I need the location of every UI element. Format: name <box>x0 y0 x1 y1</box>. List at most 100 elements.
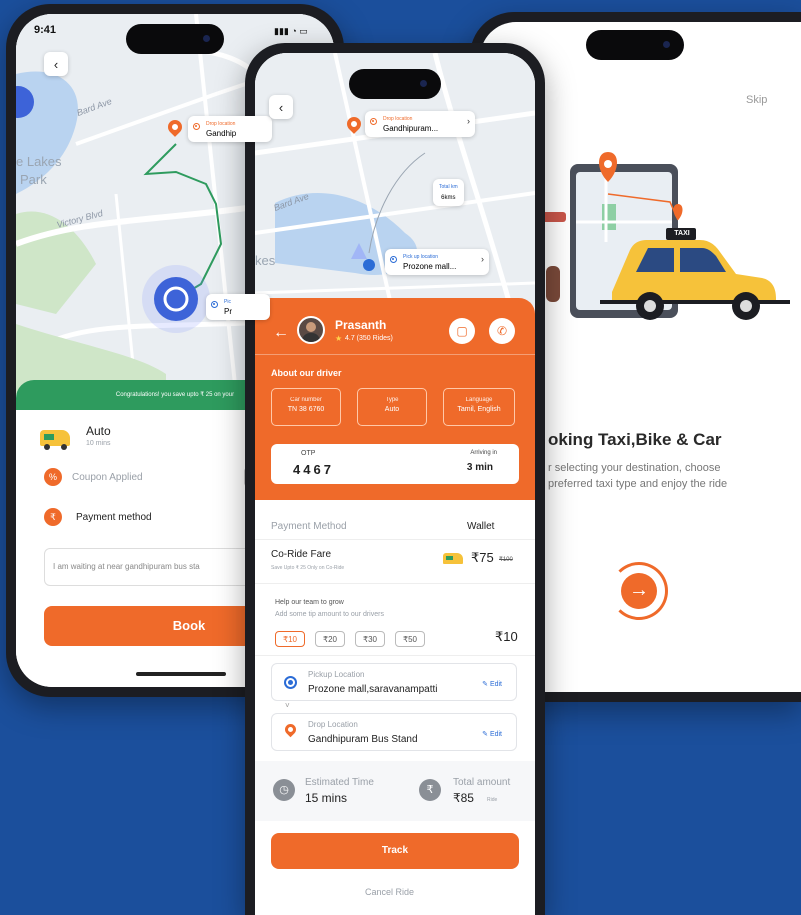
coupon-icon: % <box>44 468 62 486</box>
fare-title: Co-Ride Fare <box>271 549 332 560</box>
pickup-location-box[interactable]: Pickup Location Prozone mall,saravanampa… <box>271 663 517 701</box>
distance-text: 6kms <box>441 195 456 201</box>
tip-subtitle: Add some tip amount to our drivers <box>275 611 384 618</box>
tip-option-30[interactable]: ₹30 <box>355 631 385 647</box>
status-icons: ▮▮▮ ◔ ▭ <box>274 26 308 36</box>
phone-icon: ✆ <box>496 324 508 338</box>
divider <box>255 539 535 540</box>
cancel-ride-button[interactable]: Cancel Ride <box>365 887 414 897</box>
language-value: Tamil, English <box>457 406 501 413</box>
back-button[interactable]: ‹ <box>44 52 68 76</box>
pickup-card-center[interactable]: Pick up location Prozone mall... › <box>385 249 489 275</box>
total-value: ₹85 <box>453 791 474 805</box>
chevron-right-icon: › <box>467 116 470 126</box>
chevron-right-icon: › <box>481 254 484 264</box>
tip-title: Help our team to grow <box>275 599 344 606</box>
pickup-radio-icon <box>284 676 297 689</box>
dynamic-island <box>349 69 441 99</box>
payment-icon: ₹ <box>44 508 62 526</box>
drop-text-center: Gandhipuram... <box>383 124 439 133</box>
fare-old-price: ₹100 <box>499 557 513 563</box>
chat-button[interactable]: ▢ <box>449 318 475 344</box>
drop-small-center: Drop location <box>383 116 413 122</box>
distance-card: Total km 6kms <box>433 179 464 206</box>
arriving-value: 3 min <box>466 462 493 473</box>
driver-avatar <box>297 316 325 344</box>
drop-card-center[interactable]: Drop location Gandhipuram... › <box>365 111 475 137</box>
drop-location-box[interactable]: Drop Location Gandhipuram Bus Stand ✎ Ed… <box>271 713 517 751</box>
location-pin-icon <box>282 721 299 738</box>
type-label: Type <box>385 397 399 403</box>
otp-card: OTP 4467 Arriving in 3 min <box>271 444 519 484</box>
type-value: Auto <box>384 406 400 413</box>
drop-value: Gandhipuram Bus Stand <box>308 734 418 745</box>
map-label-park: Park <box>20 172 47 187</box>
fare-price: ₹75 <box>471 550 494 565</box>
drop-edit-button[interactable]: ✎ Edit <box>482 730 502 738</box>
summary-area: ◷ Estimated Time 15 mins ₹ Total amount … <box>255 761 535 821</box>
drop-edit-label: Edit <box>489 731 502 738</box>
phone-center: Bard Ave kes ‹ Drop location Gandhipuram… <box>245 43 545 915</box>
dynamic-island <box>586 30 684 60</box>
status-time: 9:41 <box>34 24 57 36</box>
back-button-center[interactable]: ‹ <box>269 95 293 119</box>
otp-label: OTP <box>301 450 316 457</box>
auto-rickshaw-icon <box>443 553 463 564</box>
pencil-icon: ✎ <box>482 731 488 738</box>
screen-center: Bard Ave kes ‹ Drop location Gandhipuram… <box>255 53 535 915</box>
map-label-lakes: e Lakes <box>16 154 62 169</box>
coupon-label: Coupon Applied <box>72 472 143 483</box>
arrow-left-icon[interactable]: ← <box>273 324 289 342</box>
chat-icon: ▢ <box>456 324 468 338</box>
tip-option-10[interactable]: ₹10 <box>275 631 305 647</box>
tip-selected: ₹10 <box>495 629 518 644</box>
payment-method-label[interactable]: Payment method <box>76 512 152 523</box>
tip-option-50[interactable]: ₹50 <box>395 631 425 647</box>
otp-value: 4467 <box>293 462 334 477</box>
drop-card-small: Drop location <box>206 121 236 127</box>
onboarding-desc-2: preferred taxi type and enjoy the ride <box>548 478 728 490</box>
onboarding-desc-1: r selecting your destination, choose <box>548 462 721 474</box>
pickup-edit-button[interactable]: ✎ Edit <box>482 680 502 688</box>
rupee-icon: ₹ <box>419 779 441 801</box>
pickup-card-text: Pr <box>224 307 232 316</box>
language-label: Language <box>465 397 493 403</box>
taxi-illustration-graphic <box>542 152 790 320</box>
type-box: Type Auto <box>357 388 427 426</box>
vehicle-eta: 10 mins <box>86 440 111 447</box>
taxi-sign: TAXI <box>674 230 690 237</box>
pickup-text-center: Prozone mall... <box>403 262 457 271</box>
payment-method-label: Payment Method <box>271 521 347 532</box>
pickup-card-small: Pic <box>224 299 231 305</box>
pickup-radio-icon <box>211 301 218 308</box>
pickup-value: Prozone mall,saravanampatti <box>308 684 438 695</box>
track-button[interactable]: Track <box>271 833 519 869</box>
about-title: About our driver <box>271 368 342 378</box>
payment-method-value[interactable]: Wallet <box>467 521 494 532</box>
estimated-label: Estimated Time <box>305 777 374 788</box>
drop-label: Drop Location <box>308 720 358 729</box>
driver-rating: 4.7 (350 Rides) <box>345 335 393 342</box>
clock-icon: ◷ <box>273 779 295 801</box>
drop-radio-icon <box>370 118 377 125</box>
call-button[interactable]: ✆ <box>489 318 515 344</box>
next-button[interactable]: → <box>610 562 668 620</box>
car-number-label: Car number <box>290 397 322 403</box>
arrow-right-icon: → <box>621 573 657 609</box>
dynamic-island <box>126 24 224 54</box>
drop-radio-icon <box>193 123 200 130</box>
divider <box>255 583 535 584</box>
skip-button[interactable]: Skip <box>746 94 767 106</box>
auto-rickshaw-icon <box>40 430 70 450</box>
tip-option-20[interactable]: ₹20 <box>315 631 345 647</box>
car-number-value: TN 38 6760 <box>287 406 325 413</box>
drop-location-card[interactable]: Drop location Gandhip <box>188 116 272 142</box>
pickup-location-card[interactable]: Pic Pr <box>206 294 270 320</box>
total-note: Ride <box>487 797 498 803</box>
map-label-lakes-center: kes <box>255 253 276 268</box>
chevron-left-icon: ‹ <box>53 56 59 72</box>
driver-name: Prasanth <box>335 318 387 332</box>
language-box: Language Tamil, English <box>443 388 515 426</box>
home-indicator <box>136 672 226 676</box>
vehicle-name: Auto <box>86 424 111 438</box>
